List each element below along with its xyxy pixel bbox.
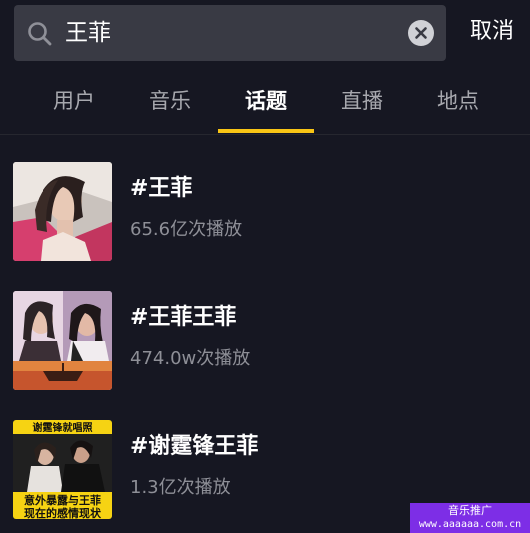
search-icon: [26, 20, 54, 48]
watermark-url: www.aaaaaa.com.cn: [418, 519, 522, 530]
thumbnail-caption: 意外暴露与王菲: [24, 493, 101, 507]
tab-places[interactable]: 地点: [410, 86, 506, 116]
topic-view-count: 65.6亿次播放: [130, 219, 243, 240]
watermark-title: 音乐推广: [448, 504, 492, 517]
search-input[interactable]: 王菲: [65, 18, 111, 48]
tab-music[interactable]: 音乐: [122, 86, 218, 116]
active-tab-indicator: [218, 129, 314, 133]
tab-live[interactable]: 直播: [314, 86, 410, 116]
tab-users[interactable]: 用户: [26, 86, 122, 116]
topic-result-item[interactable]: #王菲 65.6亿次播放: [0, 162, 530, 262]
divider: [0, 134, 530, 135]
topic-view-count: 1.3亿次播放: [130, 477, 231, 498]
topic-view-count: 474.0w次播放: [130, 348, 251, 369]
topic-title: #谢霆锋王菲: [130, 434, 259, 459]
cancel-button[interactable]: 取消: [470, 17, 514, 47]
topic-title: #王菲王菲: [130, 305, 237, 330]
topic-result-item[interactable]: #王菲王菲 474.0w次播放: [0, 291, 530, 391]
topic-thumbnail: 谢霆锋就唱照 意外暴露与王菲 现在的感情现状: [13, 420, 112, 519]
watermark: 音乐推广 www.aaaaaa.com.cn: [410, 503, 530, 533]
search-results-screen: 王菲 取消 用户 音乐 话题 直播 地点 #王菲 65.6亿次播放 #王菲王菲 …: [0, 0, 530, 533]
topic-title: #王菲: [130, 176, 193, 201]
search-bar[interactable]: 王菲: [14, 5, 446, 61]
clear-icon[interactable]: [408, 20, 434, 46]
thumbnail-caption: 谢霆锋就唱照: [33, 421, 93, 434]
topic-thumbnail: [13, 162, 112, 261]
tab-topics[interactable]: 话题: [218, 86, 314, 116]
topic-thumbnail: [13, 291, 112, 390]
category-tabs: 用户 音乐 话题 直播 地点: [0, 72, 530, 134]
thumbnail-caption: 现在的感情现状: [24, 506, 102, 519]
